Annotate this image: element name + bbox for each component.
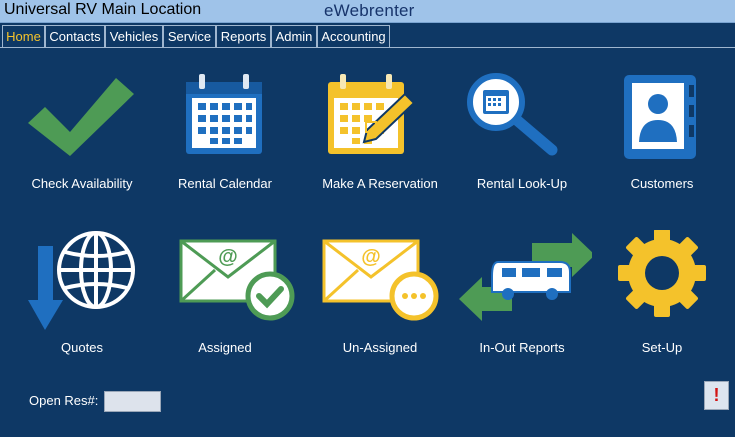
tile-label: Assigned [198, 340, 252, 355]
tile-label: In-Out Reports [479, 340, 565, 355]
tile-label: Rental Look-Up [476, 176, 568, 191]
gear-icon [618, 230, 706, 317]
tab-admin[interactable]: Admin [271, 25, 317, 47]
email-pending-icon: @ [322, 239, 439, 321]
tile-label: Rental Calendar [178, 176, 272, 191]
tile-label: Quotes [61, 340, 103, 355]
tab-contacts[interactable]: Contacts [45, 25, 105, 47]
tile-un-assigned[interactable]: @ Un-Assigned [310, 230, 450, 380]
brand-name: eWebrenter [324, 1, 415, 20]
menu-bar: Home Contacts Vehicles Service Reports A… [0, 24, 735, 48]
globe-download-icon [28, 231, 135, 330]
calendar-icon [186, 74, 262, 154]
svg-text:@: @ [361, 246, 381, 268]
location-title: Universal RV Main Location [4, 1, 202, 18]
tile-label: Check Availability [31, 176, 133, 191]
tab-accounting[interactable]: Accounting [317, 25, 390, 47]
title-bar: Universal RV Main Location eWebrenter [0, 0, 735, 23]
checkmark-icon [28, 78, 134, 156]
tile-customers[interactable]: Customers [592, 70, 732, 220]
tile-label: Customers [630, 176, 694, 191]
calendar-edit-icon [328, 74, 416, 154]
tile-quotes[interactable]: Quotes [12, 230, 152, 380]
tab-home[interactable]: Home [2, 25, 45, 47]
tile-assigned[interactable]: @ Assigned [155, 230, 295, 380]
tile-in-out-reports[interactable]: In-Out Reports [452, 230, 592, 380]
search-calendar-icon [467, 73, 558, 156]
contact-book-icon [624, 75, 696, 159]
tile-label: Make A Reservation [322, 176, 438, 191]
svg-text:@: @ [218, 246, 238, 268]
tile-make-reservation[interactable]: Make A Reservation [310, 70, 450, 220]
tab-reports[interactable]: Reports [216, 25, 271, 47]
open-res-label: Open Res#: [29, 393, 99, 408]
tile-label: Set-Up [641, 340, 683, 355]
rv-exchange-icon [459, 233, 592, 321]
open-res-input[interactable] [104, 391, 161, 412]
email-check-icon: @ [179, 239, 295, 321]
tile-rental-calendar[interactable]: Rental Calendar [155, 70, 295, 220]
tab-service[interactable]: Service [163, 25, 216, 47]
tile-rental-lookup[interactable]: Rental Look-Up [452, 70, 592, 220]
tile-set-up[interactable]: Set-Up [592, 230, 732, 380]
tile-label: Un-Assigned [342, 340, 418, 355]
tab-vehicles[interactable]: Vehicles [105, 25, 163, 47]
alert-button[interactable]: ! [704, 381, 729, 410]
tile-check-availability[interactable]: Check Availability [12, 70, 152, 220]
